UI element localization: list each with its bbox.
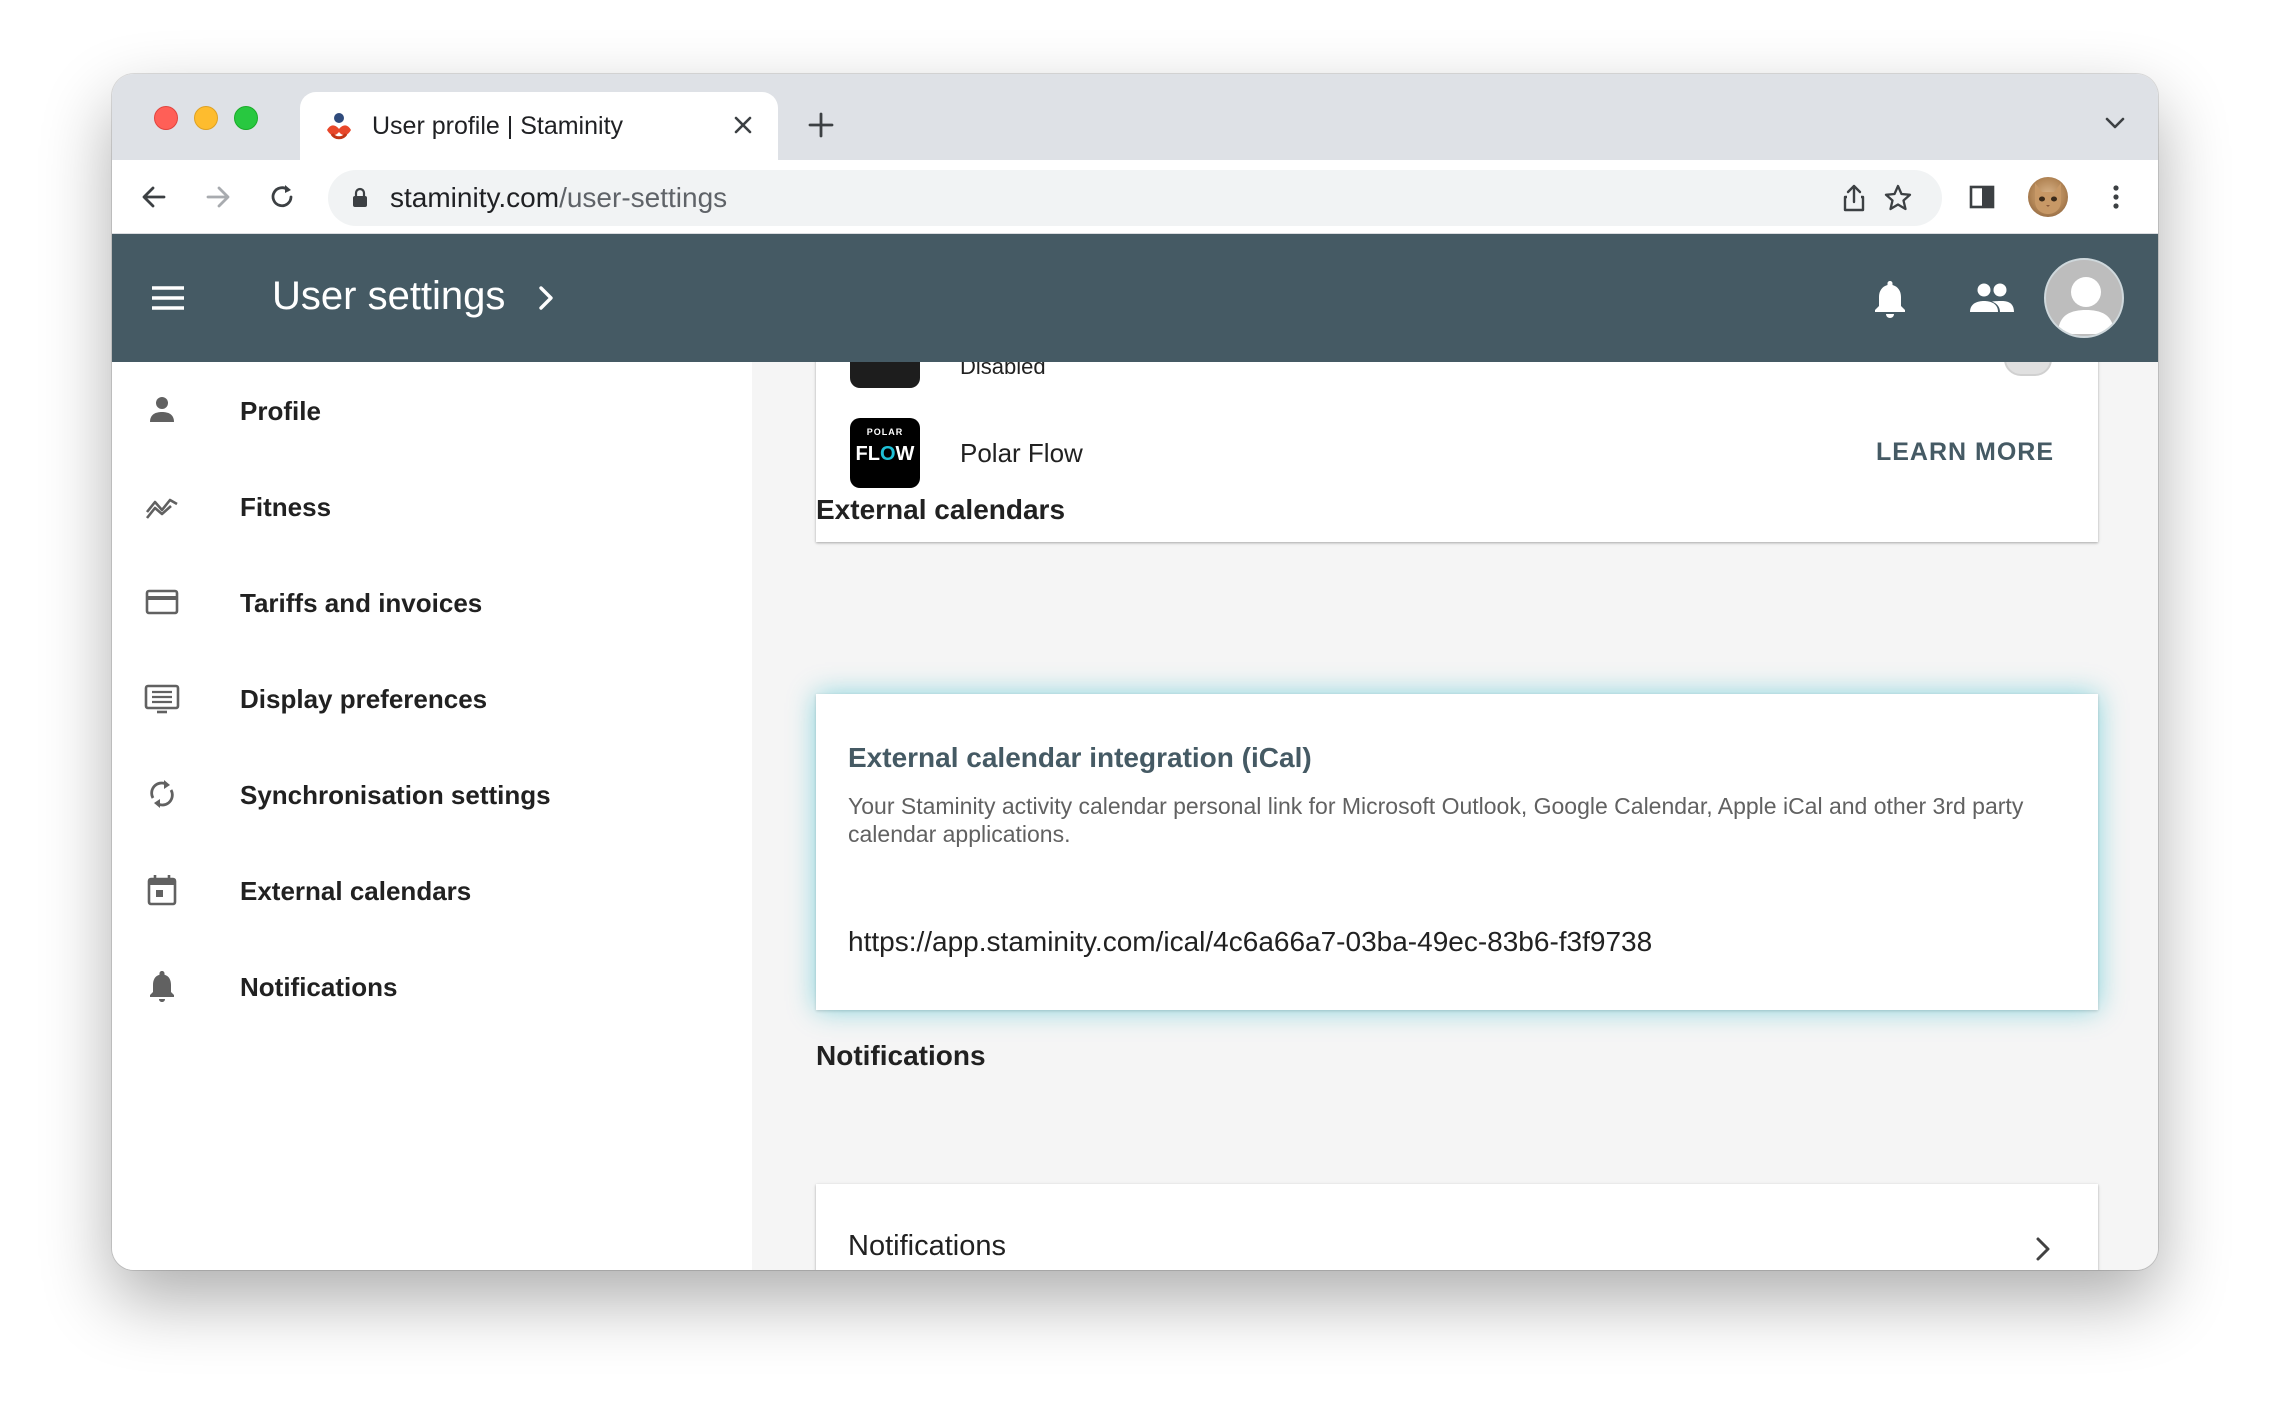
trending-icon xyxy=(145,498,178,519)
notifications-item-label: Notifications xyxy=(848,1230,1006,1262)
chevron-right-icon xyxy=(2036,1237,2050,1261)
learn-more-button[interactable]: LEARN MORE xyxy=(1876,438,2054,467)
person-icon xyxy=(150,397,174,422)
reload-icon[interactable] xyxy=(264,179,300,215)
settings-sidebar: Profile Fitness Tariffs and invoices Dis… xyxy=(112,362,752,1270)
share-icon[interactable] xyxy=(1838,182,1870,214)
lock-icon xyxy=(353,187,367,207)
close-window-button[interactable] xyxy=(154,106,178,130)
close-tab-icon[interactable] xyxy=(726,108,760,142)
sidebar-item-profile[interactable]: Profile xyxy=(112,362,752,458)
forward-arrow-icon[interactable] xyxy=(200,179,236,215)
sidebar-item-tariffs[interactable]: Tariffs and invoices xyxy=(112,554,752,650)
page-title: User settings xyxy=(272,274,506,318)
profile-avatar[interactable] xyxy=(2028,177,2068,217)
people-icon[interactable] xyxy=(1968,276,2016,320)
display-icon xyxy=(144,684,180,714)
credit-card-icon xyxy=(145,589,179,615)
user-avatar[interactable] xyxy=(2044,258,2124,338)
section-heading-external-calendars: External calendars xyxy=(816,494,1066,525)
browser-window: User profile | Staminity staminity.com/u… xyxy=(112,74,2158,1270)
calendar-icon xyxy=(147,875,177,906)
notifications-card[interactable]: Notifications xyxy=(816,1184,2098,1270)
maximize-window-button[interactable] xyxy=(234,106,258,130)
sidebar-item-notifications[interactable]: Notifications xyxy=(112,938,752,1034)
service-logo xyxy=(850,362,920,388)
service-toggle[interactable] xyxy=(2004,362,2052,376)
ical-card-title: External calendar integration (iCal) xyxy=(848,742,1312,773)
back-arrow-icon[interactable] xyxy=(136,179,172,215)
polar-flow-name: Polar Flow xyxy=(960,438,1083,468)
url-text[interactable]: staminity.com/user-settings xyxy=(390,182,727,214)
minimize-window-button[interactable] xyxy=(194,106,218,130)
side-panel-icon[interactable] xyxy=(1964,179,2000,215)
staminity-favicon-icon xyxy=(327,113,351,140)
chevron-right-icon[interactable] xyxy=(530,282,562,314)
new-tab-plus-icon[interactable] xyxy=(804,108,838,142)
ical-description: Your Staminity activity calendar persona… xyxy=(848,793,2024,847)
tab-strip: User profile | Staminity xyxy=(112,74,2158,160)
sidebar-item-synchronisation[interactable]: Synchronisation settings xyxy=(112,746,752,842)
bell-icon xyxy=(150,971,174,1002)
browser-tab-active[interactable]: User profile | Staminity xyxy=(300,92,778,160)
section-heading-notifications: Notifications xyxy=(816,1040,986,1071)
settings-content: Disabled POLAR FLOW Polar Flow LEARN MOR… xyxy=(752,362,2158,1270)
user-silhouette-icon xyxy=(2058,277,2114,334)
sidebar-item-external-calendars[interactable]: External calendars xyxy=(112,842,752,938)
service-status: Disabled xyxy=(960,362,1046,379)
cat-face-icon xyxy=(2035,183,2061,214)
sync-icon xyxy=(150,780,174,808)
address-bar[interactable]: staminity.com/user-settings xyxy=(328,170,1942,226)
browser-menu-icon[interactable] xyxy=(2098,179,2134,215)
tab-search-chevron-icon[interactable] xyxy=(2102,110,2128,136)
ical-card: External calendar integration (iCal) You… xyxy=(816,694,2098,1010)
browser-toolbar: staminity.com/user-settings xyxy=(112,160,2158,234)
menu-hamburger-icon[interactable] xyxy=(148,278,188,318)
polar-flow-logo: POLAR FLOW xyxy=(850,418,920,488)
ical-link[interactable]: https://app.staminity.com/ical/4c6a66a7-… xyxy=(848,926,1652,958)
bookmark-star-icon[interactable] xyxy=(1882,182,1914,214)
sidebar-item-display-preferences[interactable]: Display preferences xyxy=(112,650,752,746)
sidebar-item-fitness[interactable]: Fitness xyxy=(112,458,752,554)
tab-title: User profile | Staminity xyxy=(372,112,624,140)
notifications-bell-icon[interactable] xyxy=(1868,276,1912,320)
app-bar: User settings xyxy=(112,234,2158,362)
